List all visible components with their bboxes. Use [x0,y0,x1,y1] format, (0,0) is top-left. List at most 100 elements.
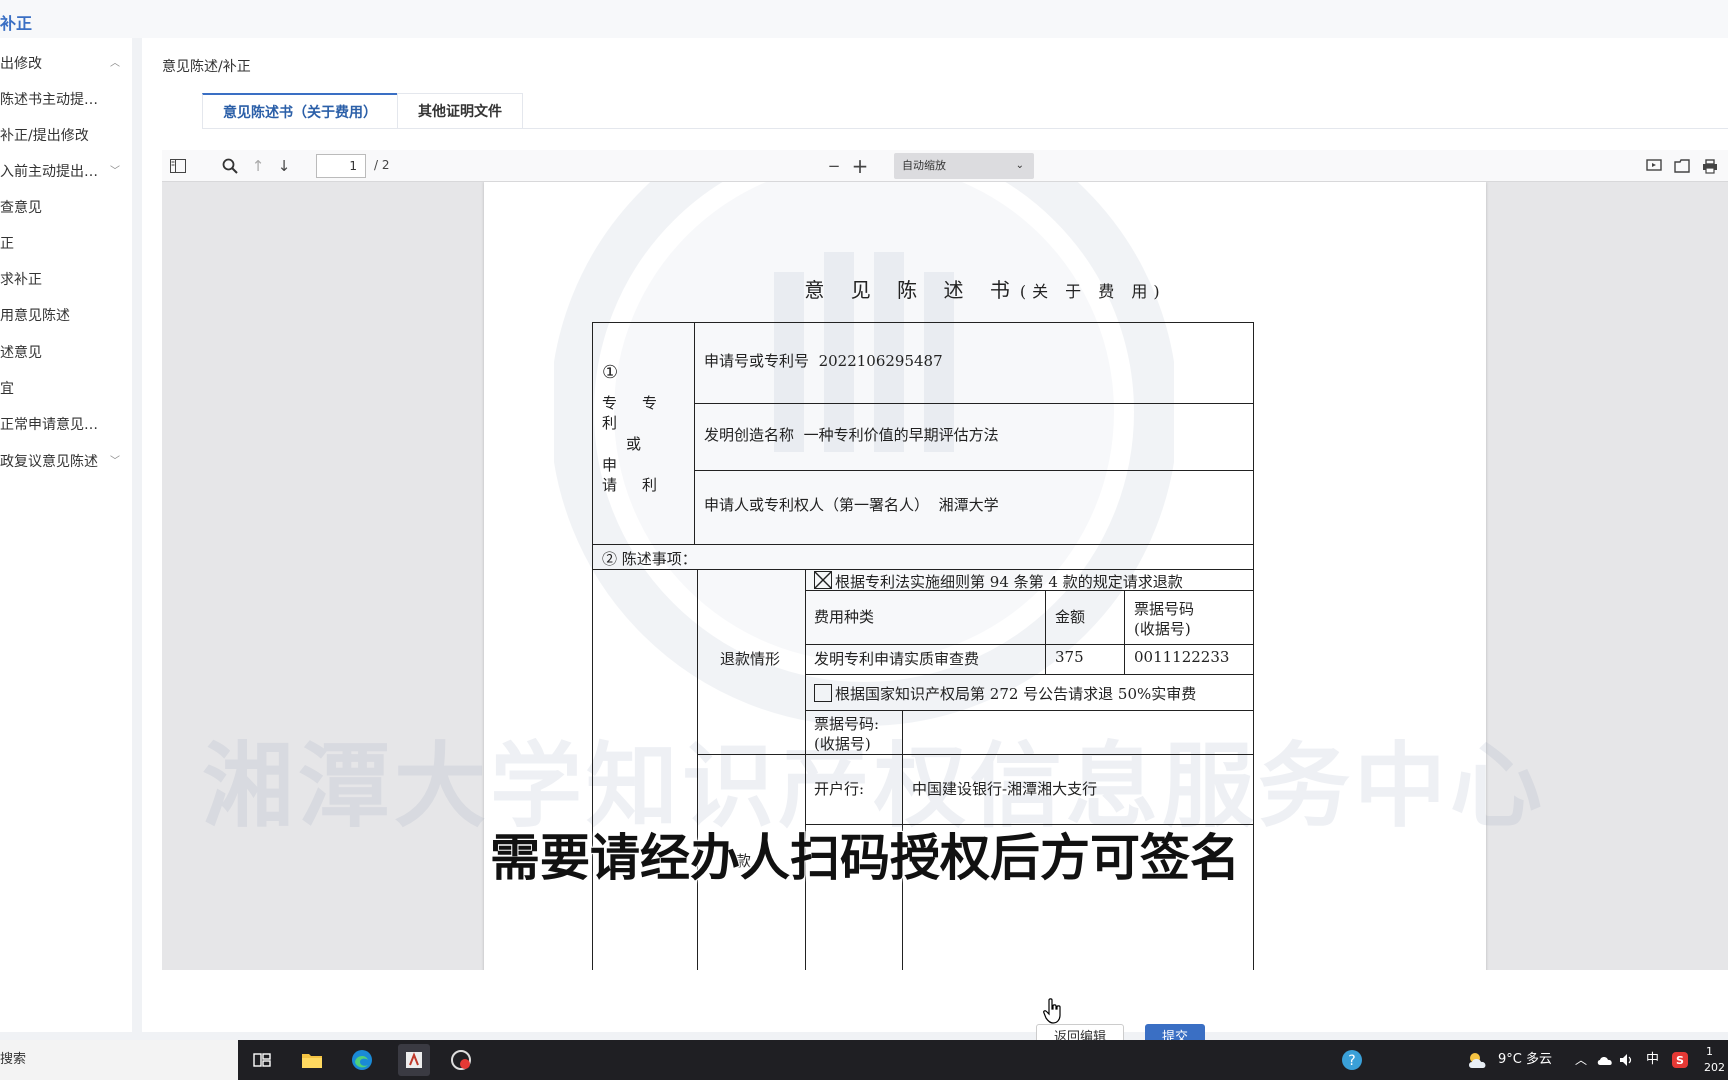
sidebar-item-request-correction[interactable]: 求补正 [0,260,132,300]
checkbox-refund-rule-94[interactable] [814,571,832,589]
tab-bar: 意见陈述书（关于费用） 其他证明文件 [202,93,523,129]
chevron-up-icon[interactable]: ︿ [1575,1040,1587,1080]
document-title-sub: (关 于 费 用) [1019,282,1166,301]
sidebar-item-admin-review[interactable]: 政复议意见陈述 ﹀ [0,442,132,482]
table-border [694,403,1254,404]
zoom-in-icon[interactable]: + [848,154,872,178]
table-border [805,674,1254,675]
sogou-input-icon[interactable]: S [1668,1046,1692,1074]
taskbar-search[interactable]: 搜索 [0,1040,238,1080]
invention-name-label: 发明创造名称 [704,426,795,444]
table-border [697,569,698,970]
amount-value: 375 [1055,648,1084,666]
sidebar-item-label: 入前主动提出… [0,164,98,180]
applicant-label: 申请人或专利权人（第一署名人） [704,496,930,514]
section1-char: 专 [602,394,618,412]
document-title-main: 意 见 陈 述 书 [804,278,1020,302]
sidebar-item-label: 出修改 [0,56,42,72]
table-border [805,569,806,970]
invention-name-field: 发明创造名称 一种专利价值的早期评估方法 [704,424,999,445]
task-view-icon[interactable] [248,1046,276,1074]
sidebar-item-label: 求补正 [0,272,42,288]
presentation-icon[interactable] [1642,154,1666,178]
table-border [1124,590,1125,674]
section1-char: 请 [602,476,618,494]
print-icon[interactable] [1698,154,1722,178]
zoom-select-label: 自动缩放 [902,159,946,172]
tab-divider [202,128,1728,129]
sidebar: 出修改 ︿ 陈述书主动提… 补正/提出修改 入前主动提出… ﹀ 查意见 正 求补… [0,38,132,1032]
app-title: 补正 [0,14,33,33]
chevron-down-icon: ﹀ [110,166,120,177]
sidebar-item-before-entry[interactable]: 入前主动提出… ﹀ [0,152,132,192]
sidebar-item-matters[interactable]: 宜 [0,369,132,409]
section1-char: 申 [602,456,618,474]
application-number-label: 申请号或专利号 [704,352,810,370]
section2-heading: ② 陈述事项： [602,550,697,568]
arrow-up-icon[interactable]: ↑ [246,154,270,178]
ime-indicator[interactable]: 中 [1646,1040,1659,1080]
section1-char: 或 [626,435,642,453]
volume-icon[interactable] [1616,1046,1638,1074]
sidebar-item-label: 政复议意见陈述 [0,454,98,470]
tab-other-documents[interactable]: 其他证明文件 [397,93,523,129]
sidebar-item-correct[interactable]: 正 [0,224,132,264]
invention-name-value: 一种专利价值的早期评估方法 [803,426,999,444]
table-border [1045,590,1046,674]
file-explorer-icon[interactable] [298,1046,326,1074]
open-file-icon[interactable] [1670,154,1694,178]
sidebar-item-fee-statement[interactable]: 用意见陈述 [0,296,132,336]
sidebar-item-label: 补正/提出修改 [0,128,89,144]
sidebar-item-label: 正 [0,236,14,252]
taskbar-search-label: 搜索 [0,1052,27,1067]
zoom-select[interactable]: 自动缩放 ⌄ [894,153,1034,179]
table-border [694,322,695,544]
svg-text:?: ? [1348,1053,1355,1069]
clock-time[interactable]: 1 [1706,1044,1713,1060]
chevron-down-icon: ⌄ [1015,160,1024,171]
active-app-icon[interactable] [398,1044,430,1076]
edge-browser-icon[interactable] [348,1046,376,1074]
sidebar-item-correction[interactable]: 补正/提出修改 [0,116,132,156]
sidebar-item-statement-active[interactable]: 陈述书主动提… [0,80,132,120]
receipt-value: 0011122233 [1134,648,1230,666]
app-header: 补正 [0,0,1728,38]
recorder-icon[interactable] [447,1046,475,1074]
application-number-field: 申请号或专利号 2022106295487 [704,350,943,371]
video-subtitle: 需要请经办人扫码授权后方可签名 [489,828,1241,888]
onedrive-cloud-icon[interactable] [1594,1046,1616,1074]
page-number-input[interactable]: 1 [316,154,366,178]
table-border [697,754,1254,755]
table-border [592,544,1254,545]
arrow-down-icon[interactable]: ↓ [272,154,296,178]
sidebar-toggle-icon[interactable] [166,154,190,178]
breadcrumb: 意见陈述/补正 [162,59,251,75]
sidebar-item-review-opinion[interactable]: 查意见 [0,188,132,228]
receipt-header-sub: (收据号) [1134,620,1191,638]
sidebar-item-modify[interactable]: 出修改 ︿ [0,44,132,84]
document-title: 意 见 陈 述 书(关 于 费 用) [484,274,1486,303]
checkbox-refund-rule-272[interactable] [814,684,832,702]
sidebar-item-abnormal-application[interactable]: 正常申请意见… [0,405,132,445]
fee-type-value: 发明专利申请实质审查费 [814,650,980,668]
refund-rule-94-text: 根据专利法实施细则第 94 条第 4 款的规定请求退款 [835,573,1183,591]
svg-text:S: S [1676,1054,1684,1067]
sidebar-item-state-opinion[interactable]: 述意见 [0,333,132,373]
zoom-out-icon[interactable]: − [822,154,846,178]
page-total: / 2 [374,158,390,172]
table-border [805,644,1254,645]
weather-text[interactable]: 9°C 多云 [1498,1040,1552,1080]
bank-label: 开户行: [814,780,865,798]
bank-value: 中国建设银行-湘潭湘大支行 [912,780,1098,798]
help-icon[interactable]: ? [1338,1046,1366,1074]
weather-cloud-icon [1464,1046,1492,1074]
table-border [805,710,1254,711]
receipt-header: 票据号码 [1134,600,1195,618]
clock-date[interactable]: 202 [1704,1060,1725,1076]
amount-header: 金额 [1055,608,1086,626]
search-icon[interactable] [218,154,242,178]
section1-char: 利 [642,476,658,494]
chevron-up-icon: ︿ [110,58,120,69]
pdf-toolbar: ↑ ↓ 1 / 2 − + 自动缩放 ⌄ [162,150,1728,182]
tab-statement-fees[interactable]: 意见陈述书（关于费用） [202,93,398,129]
